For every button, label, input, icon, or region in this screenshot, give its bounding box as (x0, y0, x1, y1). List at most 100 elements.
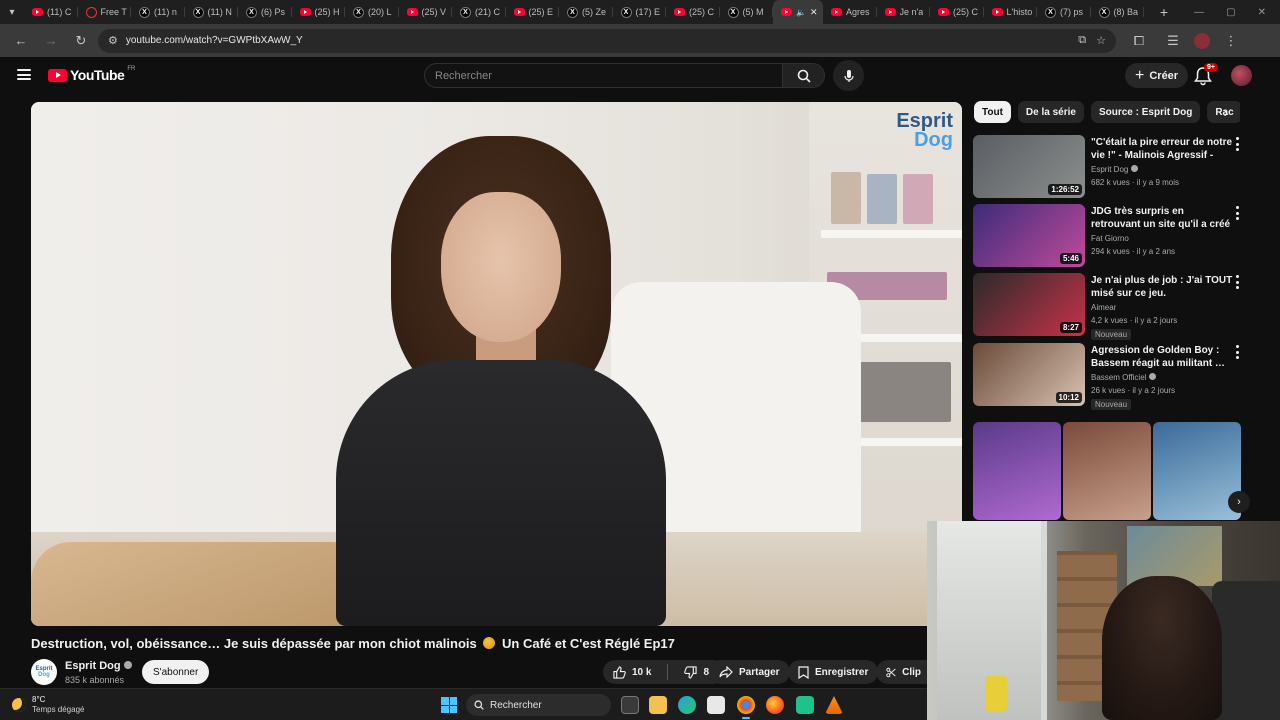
related-video-title[interactable]: Je n'ai plus de job : J'ai TOUT misé sur… (1091, 274, 1233, 300)
file-explorer-icon[interactable] (649, 696, 667, 714)
related-video-title[interactable]: JDG très surpris en retrouvant un site q… (1091, 205, 1233, 231)
microsoft-store-icon[interactable] (707, 696, 725, 714)
related-video-item[interactable]: 5:46 JDG très surpris en retrouvant un si… (973, 204, 1248, 270)
browser-tab[interactable]: X (11) N (185, 0, 239, 24)
reload-button[interactable]: ↻ (68, 28, 94, 54)
browser-tab[interactable]: 🔈 ✕ (773, 0, 823, 24)
account-avatar[interactable] (1231, 65, 1252, 86)
video-thumbnail[interactable]: 1:26:52 (973, 135, 1085, 198)
new-tab-button[interactable]: + (1154, 4, 1174, 20)
search-button[interactable] (782, 63, 825, 88)
task-view-icon[interactable] (621, 696, 639, 714)
edge-browser-icon[interactable] (678, 696, 696, 714)
browser-tab[interactable]: X (17) E (613, 0, 667, 24)
more-options-icon[interactable] (1233, 275, 1241, 289)
browser-tab[interactable]: X (11) n (131, 0, 185, 24)
speaker-icon[interactable]: 🔈 (796, 8, 806, 17)
short-thumbnail[interactable] (1063, 422, 1151, 520)
browser-tab[interactable]: X (6) Ps (238, 0, 292, 24)
video-person-hoodie (336, 360, 666, 626)
video-thumbnail[interactable]: 10:12 (973, 343, 1085, 406)
youtube-logo[interactable]: YouTube FR (48, 66, 135, 83)
create-button[interactable]: + Créer (1125, 63, 1189, 88)
browser-tab[interactable]: L'histo (984, 0, 1038, 24)
back-button[interactable]: ← (8, 28, 34, 54)
related-channel-name[interactable]: Bassem Officiel (1091, 373, 1157, 382)
browser-tab[interactable]: (25) C (930, 0, 984, 24)
related-video-item[interactable]: 10:12 Agression de Golden Boy : Bassem ré… (973, 343, 1248, 410)
channel-name[interactable]: Esprit Dog (65, 660, 132, 672)
x-icon: X (192, 6, 204, 18)
maximize-icon[interactable]: ▢ (1226, 7, 1235, 18)
firefox-icon[interactable] (766, 696, 784, 714)
browser-tab[interactable]: Free T (78, 0, 132, 24)
browser-tab[interactable]: X (7) ps (1037, 0, 1091, 24)
browser-tab[interactable]: X (8) Ba (1091, 0, 1145, 24)
video-player[interactable]: Esprit Dog (31, 102, 962, 626)
more-options-icon[interactable] (1233, 206, 1241, 220)
free-icon (85, 6, 97, 18)
like-button[interactable]: 10 k (603, 660, 661, 684)
forward-button[interactable]: → (38, 28, 64, 54)
browser-tab[interactable]: (25) V (399, 0, 453, 24)
browser-tab[interactable]: (11) C (24, 0, 78, 24)
related-channel-name[interactable]: Aimear (1091, 303, 1116, 312)
related-video-item[interactable]: 8:27 Je n'ai plus de job : J'ai TOUT misé… (973, 273, 1248, 340)
weather-widget[interactable]: 8°C Temps dégagé (12, 695, 84, 715)
clip-button[interactable]: Clip (876, 660, 931, 684)
browser-tab[interactable]: Agres (823, 0, 877, 24)
shorts-next-button[interactable]: › (1228, 491, 1250, 513)
related-video-item[interactable]: 1:26:52 "C'était la pire erreur de notre … (973, 135, 1248, 201)
browser-tab[interactable]: (25) H (292, 0, 346, 24)
more-options-icon[interactable] (1233, 345, 1241, 359)
share-button[interactable]: Partager (709, 660, 790, 684)
browser-tab[interactable]: Je n'a (877, 0, 931, 24)
like-count: 10 k (632, 666, 652, 678)
vlc-icon[interactable] (825, 696, 843, 714)
guide-menu-icon[interactable] (17, 69, 31, 80)
browser-tab[interactable]: (25) C (666, 0, 720, 24)
windows-start-icon[interactable] (441, 697, 457, 713)
extensions-icon[interactable]: ⧠ (1126, 28, 1152, 54)
related-video-title[interactable]: "C'était la pire erreur de notre vie !" … (1091, 136, 1233, 162)
video-thumbnail[interactable]: 8:27 (973, 273, 1085, 336)
chevron-right-icon[interactable]: › (1217, 103, 1235, 121)
short-thumbnail[interactable] (973, 422, 1061, 520)
more-options-icon[interactable] (1233, 137, 1241, 151)
browser-tab[interactable]: X (21) C (452, 0, 506, 24)
browser-tab[interactable]: X (5) M (720, 0, 774, 24)
install-app-icon[interactable]: ⧉ (1078, 34, 1086, 47)
profile-avatar[interactable] (1194, 32, 1210, 49)
video-thumbnail[interactable]: 5:46 (973, 204, 1085, 267)
related-channel-name[interactable]: Esprit Dog (1091, 165, 1139, 174)
browser-tab[interactable]: (25) E (506, 0, 560, 24)
address-bar[interactable]: ⚙ youtube.com/watch?v=GWPtbXAwW_Y ⧉ ☆ (98, 28, 1116, 53)
minimize-icon[interactable]: — (1194, 7, 1204, 18)
close-tab-icon[interactable]: ✕ (810, 7, 818, 18)
browser-menu-icon[interactable]: ⋮ (1218, 28, 1244, 54)
create-label: Créer (1149, 69, 1179, 82)
filter-chip[interactable]: De la série (1017, 101, 1084, 123)
chrome-browser-icon[interactable] (737, 696, 755, 719)
browser-tab[interactable]: X (20) L (345, 0, 399, 24)
filter-chip[interactable]: Source : Esprit Dog (1090, 101, 1201, 123)
channel-avatar[interactable]: Esprit Dog (31, 659, 57, 685)
shelf-photo (867, 174, 897, 224)
bookmark-star-icon[interactable]: ☆ (1096, 34, 1106, 47)
related-video-title[interactable]: Agression de Golden Boy : Bassem réagit … (1091, 344, 1233, 370)
site-info-icon[interactable]: ⚙ (108, 34, 118, 47)
taskbar-search[interactable]: Rechercher (466, 694, 611, 716)
browser-tab[interactable]: X (5) Ze (559, 0, 613, 24)
close-window-icon[interactable]: ✕ (1258, 7, 1266, 18)
save-button[interactable]: Enregistrer (788, 660, 879, 684)
related-video-meta: 26 k vues · il y a 2 jours (1091, 386, 1176, 395)
search-input[interactable] (424, 63, 782, 88)
tab-search-button[interactable]: ▾ (0, 0, 24, 24)
filter-chip[interactable]: Tout (974, 101, 1011, 123)
voice-search-button[interactable] (833, 60, 864, 91)
tab-title: (25) C (689, 7, 715, 17)
reading-list-icon[interactable]: ☰ (1160, 28, 1186, 54)
related-channel-name[interactable]: Fat Giorno (1091, 234, 1129, 243)
subscribe-button[interactable]: S'abonner (142, 660, 210, 684)
app-icon[interactable] (796, 696, 814, 714)
